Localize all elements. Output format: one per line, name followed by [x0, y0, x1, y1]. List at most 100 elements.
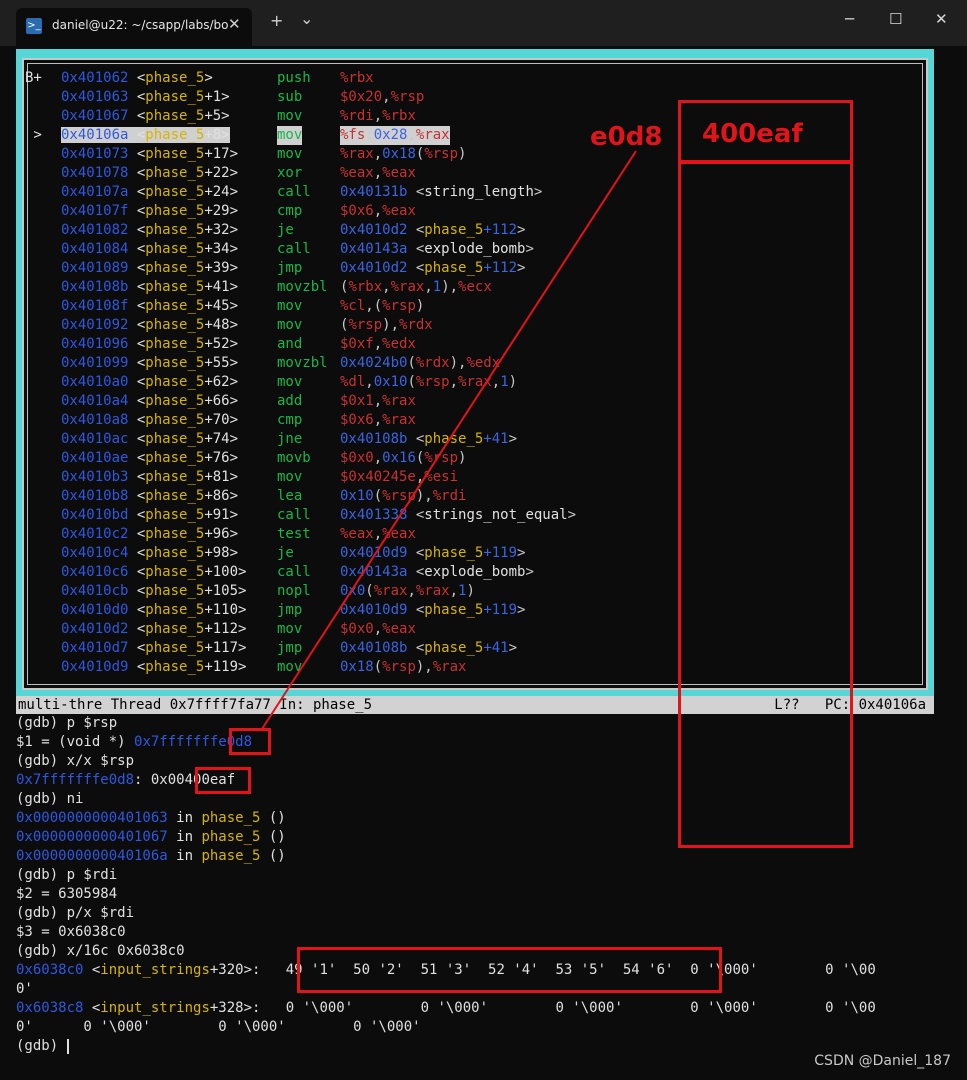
- asm-function: phase_5: [145, 469, 205, 485]
- close-window-button[interactable]: ✕: [935, 10, 948, 28]
- asm-line: 0x4010a8 <phase_5+70> cmp $0x6,%rax: [25, 411, 416, 430]
- terminal-tab[interactable]: >_ daniel@u22: ~/csapp/labs/bo ✕: [16, 8, 252, 46]
- console-address: 0x000000000040106a: [16, 848, 168, 864]
- asm-offset: +112: [204, 621, 239, 637]
- console-function: input_strings: [100, 962, 210, 978]
- console-line: 0': [16, 980, 33, 999]
- asm-marker: [25, 639, 61, 658]
- asm-offset: +22: [204, 165, 230, 181]
- asm-angle: >: [229, 260, 239, 276]
- asm-line: 0x4010ac <phase_5+74> jne 0x40108b <phase_…: [25, 430, 517, 449]
- asm-addr-fn: 0x401092 <phase_5+48>: [61, 317, 238, 333]
- console-address: 0x0000000000401067: [16, 829, 168, 845]
- maximize-button[interactable]: ☐: [889, 10, 902, 28]
- console-line: 0' 0 '\000' 0 '\000' 0 '\000': [16, 1018, 421, 1037]
- asm-operand-part: %esi: [424, 469, 459, 485]
- console-address: 0x0000000000401063: [16, 810, 168, 826]
- asm-mnemonic: test: [277, 526, 311, 542]
- asm-mnemonic: jmp: [277, 602, 303, 618]
- asm-marker: [25, 259, 61, 278]
- minimize-button[interactable]: ─: [845, 10, 854, 28]
- asm-addr-fn: 0x4010ae <phase_5+76>: [61, 450, 238, 466]
- asm-operand-part: >: [517, 222, 526, 238]
- asm-operand-part: %rdi: [432, 488, 467, 504]
- asm-offset: +100: [204, 564, 239, 580]
- asm-operand-part: ,: [449, 374, 459, 390]
- asm-function: phase_5: [145, 241, 205, 257]
- console-line: (gdb): [16, 1037, 69, 1056]
- asm-function: phase_5: [145, 659, 205, 675]
- asm-operand-part: $0xf: [340, 336, 374, 352]
- asm-mnemonic: mov: [277, 146, 303, 162]
- asm-operand-part: +41: [483, 640, 509, 656]
- title-bar: >_ daniel@u22: ~/csapp/labs/bo ✕ + ⌄ ─ ☐…: [0, 0, 967, 46]
- asm-operand-part: 0x4024b0: [340, 355, 408, 371]
- asm-angle: <: [128, 222, 146, 238]
- asm-offset: +76: [204, 450, 230, 466]
- asm-mnemonic: je: [277, 545, 294, 561]
- asm-line: 0x401073 <phase_5+17> mov %rax,0x18(%rsp): [25, 145, 466, 164]
- console-text: in: [167, 810, 202, 826]
- asm-operands: 0x18(%rsp),%rax: [340, 658, 466, 677]
- asm-operand-part: +41: [483, 431, 509, 447]
- new-tab-button[interactable]: +: [270, 12, 283, 30]
- asm-address: 0x4010b8: [61, 488, 129, 504]
- asm-function: phase_5: [145, 298, 205, 314]
- asm-operands: %eax,%eax: [340, 164, 416, 183]
- asm-line: 0x4010d0 <phase_5+110> jmp 0x4010d9 <phase…: [25, 601, 525, 620]
- asm-operand-part: ): [458, 450, 467, 466]
- asm-address: 0x401063: [61, 89, 129, 105]
- asm-address: 0x4010c6: [61, 564, 129, 580]
- tab-dropdown-icon[interactable]: ⌄: [300, 10, 313, 28]
- asm-addr-fn: 0x4010bd <phase_5+91>: [61, 507, 238, 523]
- asm-function: phase_5: [145, 222, 205, 238]
- asm-operand-part: %rax: [415, 583, 450, 599]
- asm-function: phase_5: [145, 488, 205, 504]
- asm-function: phase_5: [145, 583, 205, 599]
- asm-operand-part: %rbx: [340, 70, 374, 86]
- asm-angle: >: [229, 336, 239, 352]
- asm-line: 0x40107f <phase_5+29> cmp $0x6,%eax: [25, 202, 416, 221]
- asm-addr-fn: 0x4010c6 <phase_5+100>: [61, 564, 246, 580]
- asm-angle: >: [221, 127, 230, 143]
- asm-operand-part: explode_bomb: [424, 564, 526, 580]
- asm-angle: >: [238, 640, 247, 656]
- asm-addr-fn: 0x401084 <phase_5+34>: [61, 241, 238, 257]
- asm-operand-part: %edx: [466, 355, 501, 371]
- asm-operand-part: 0x40131b: [340, 184, 408, 200]
- asm-addr-fn: 0x4010a4 <phase_5+66>: [61, 393, 238, 409]
- asm-offset: +1: [204, 89, 222, 105]
- asm-operand-part: ),: [415, 659, 433, 675]
- asm-marker: >: [25, 127, 51, 143]
- asm-marker: [25, 620, 61, 639]
- asm-operand-part: 0x40108b: [340, 431, 408, 447]
- asm-mnemonic: mov: [277, 374, 303, 390]
- console-text: $1 = (void *): [16, 734, 135, 750]
- asm-operand-part: strings_not_equal: [424, 507, 568, 523]
- asm-marker: [25, 202, 61, 221]
- asm-operand-part: ): [466, 583, 475, 599]
- asm-angle: >: [229, 241, 239, 257]
- console-address: 0x6038c0: [16, 962, 84, 978]
- asm-addr-fn: 0x401078 <phase_5+22>: [61, 165, 238, 181]
- asm-address: 0x401073: [61, 146, 129, 162]
- asm-operand-part: ,: [373, 450, 383, 466]
- asm-function: phase_5: [145, 507, 205, 523]
- asm-marker: [25, 107, 61, 126]
- asm-angle: >: [238, 621, 247, 637]
- close-tab-icon[interactable]: ✕: [228, 15, 241, 33]
- asm-offset: +86: [204, 488, 230, 504]
- asm-addr-fn: 0x4010ac <phase_5+74>: [61, 431, 238, 447]
- asm-mnemonic: mov: [277, 621, 303, 637]
- asm-mnemonic: jmp: [277, 260, 303, 276]
- asm-address: 0x401096: [61, 336, 129, 352]
- asm-operand-part: 0x18: [340, 659, 374, 675]
- console-text: (): [260, 848, 286, 864]
- console-text: <: [83, 1000, 101, 1016]
- asm-marker: [25, 335, 61, 354]
- console-text: 0': [16, 981, 33, 997]
- asm-operand-part: %rax: [382, 393, 416, 409]
- asm-operand-part: <: [407, 184, 425, 200]
- asm-mnemonic: je: [277, 222, 294, 238]
- asm-operand-part: explode_bomb: [424, 241, 526, 257]
